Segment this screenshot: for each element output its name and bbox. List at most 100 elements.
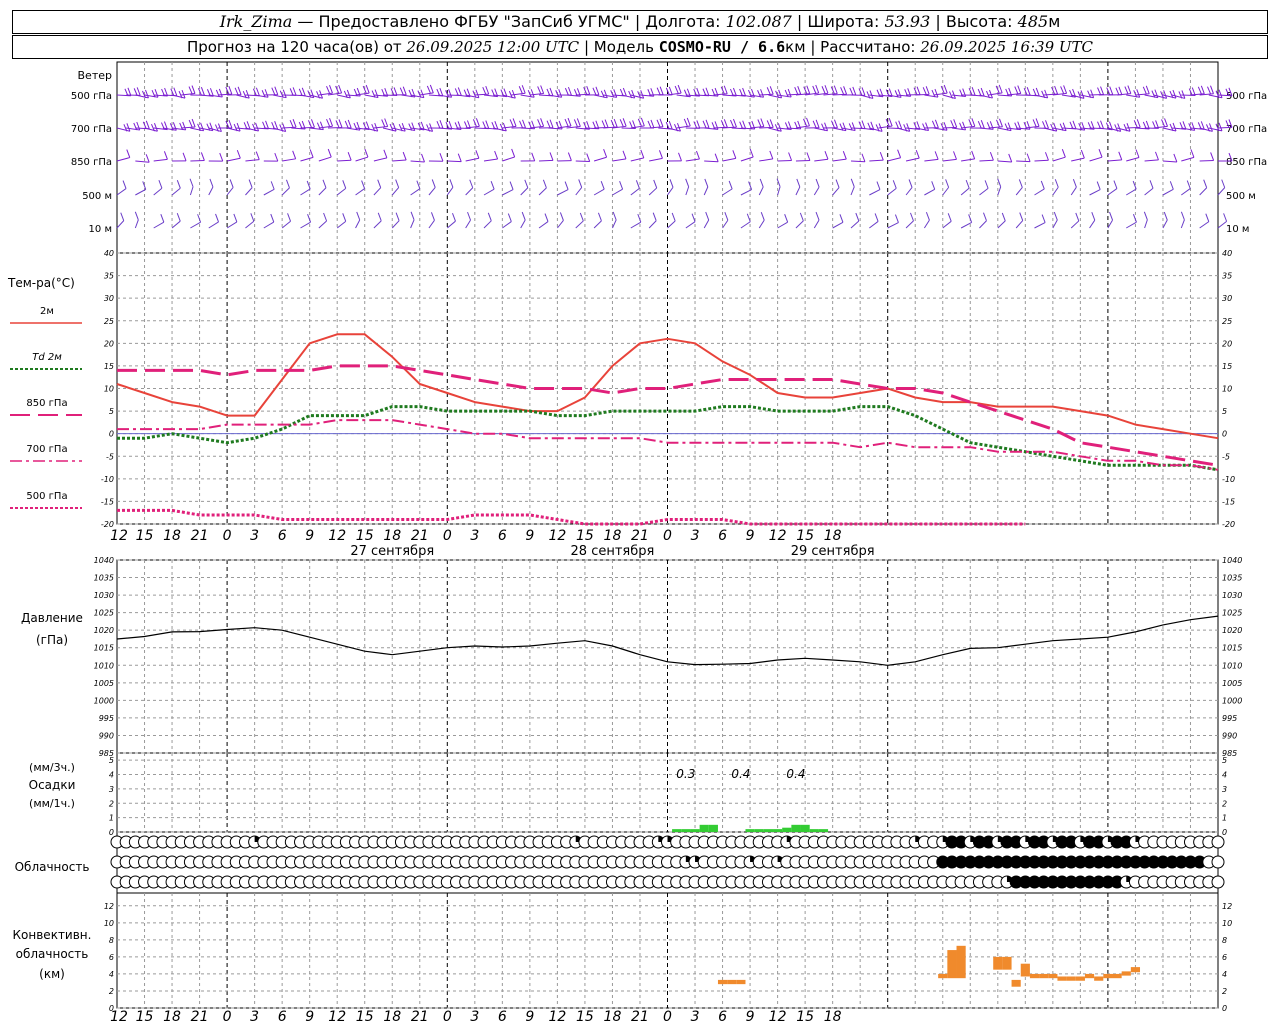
wind-barb-feather (485, 85, 490, 95)
wind-barb-feather (766, 87, 771, 95)
wind-barb-staff (502, 221, 512, 229)
legend-label: 500 гПа (26, 491, 67, 502)
wind-barb-feather (250, 213, 255, 222)
wind-barb-staff (832, 221, 844, 229)
wind-barb-staff (1089, 189, 1101, 196)
wind-barb-feather (393, 87, 398, 96)
wind-barb-staff (1153, 125, 1168, 129)
wind-barb-feather (685, 178, 690, 187)
pressure-ytick-right: 1020 (1222, 626, 1242, 635)
wind-barb-feather (487, 212, 492, 222)
wind-barb-staff (905, 187, 913, 196)
wind-barb-feather (983, 212, 987, 221)
precip-bar (681, 829, 691, 832)
wind-barb-staff (392, 159, 407, 162)
wind-barb-feather (1054, 179, 1059, 188)
wind-barb-feather (1062, 122, 1067, 131)
wind-barb-staff (667, 220, 676, 229)
bottom-hour-tick-label: 15 (576, 1009, 594, 1024)
wind-barb-feather (876, 181, 881, 190)
wind-barb-feather (209, 178, 214, 188)
wind-barb-feather (640, 90, 645, 99)
wind-barb-feather (323, 212, 328, 222)
wind-barb-feather (439, 119, 444, 129)
wind-barb-staff (630, 157, 644, 162)
wind-barb-staff (557, 189, 569, 196)
wind-barb-feather (248, 179, 253, 188)
wind-barb-feather (980, 87, 985, 97)
wind-barb-staff (813, 219, 820, 229)
wind-barb-feather (502, 122, 507, 132)
wind-barb-feather (962, 121, 967, 131)
wind-barb-feather (760, 211, 765, 221)
wind-barb-feather (1053, 211, 1058, 221)
wind-barb-staff (703, 186, 709, 196)
wind-barb-staff (915, 93, 930, 96)
wind-barb-feather (1072, 179, 1077, 188)
wind-barb-feather (429, 123, 434, 132)
wind-barb-feather (327, 148, 332, 158)
wind-barb-feather (558, 89, 563, 98)
wind-barb-feather (1035, 87, 1040, 97)
wind-barb-feather (953, 151, 957, 160)
wind-barb-feather (861, 87, 866, 96)
temp-ytick-left: -10 (101, 475, 114, 484)
wind-barb-feather (1045, 120, 1049, 129)
wind-barb-staff (1052, 156, 1066, 162)
bottom-hour-tick-label: 21 (631, 1009, 649, 1024)
wind-barb-feather (1142, 86, 1147, 94)
pressure-ytick-left: 1035 (94, 574, 114, 583)
wind-barb-feather (908, 179, 913, 188)
conv-ytick-left: 12 (104, 902, 114, 911)
wind-barb-staff (795, 220, 804, 229)
wind-barb-feather (1135, 149, 1140, 158)
wind-barb-staff (1015, 187, 1023, 196)
pressure-ytick-left: 1040 (94, 556, 114, 565)
wind-barb-feather (757, 119, 762, 127)
wind-barb-feather (172, 122, 177, 131)
wind-barb-staff (226, 157, 241, 162)
wind-barb-staff (832, 158, 847, 162)
wind-level-label-right: 500 м (1226, 191, 1256, 202)
wind-barb-feather (233, 213, 238, 223)
wind-barb-staff (410, 219, 415, 229)
wind-barb-feather (200, 122, 205, 131)
wind-barb-feather (134, 211, 139, 220)
wind-barb-staff (722, 219, 729, 229)
wind-barb-feather (1113, 180, 1118, 189)
wind-barb-staff (245, 220, 255, 229)
wind-barb-staff (171, 220, 181, 229)
wind-barb-staff (1126, 157, 1140, 162)
wind-barb-feather (831, 120, 835, 128)
wind-barb-feather (347, 152, 352, 161)
wind-barb-feather (977, 120, 982, 129)
wind-barb-feather (439, 87, 444, 97)
wind-barb-staff (630, 187, 640, 196)
wind-barb-feather (467, 211, 471, 221)
wind-barb-feather (219, 152, 224, 162)
wind-barb-staff (446, 220, 456, 229)
temp-hour-tick-label: 15 (356, 528, 374, 544)
conv-ytick-left: 2 (109, 987, 114, 996)
wind-barb-feather (1126, 123, 1131, 132)
wind-barb-feather (1081, 121, 1086, 131)
wind-barb-feather (1164, 118, 1168, 127)
wind-barb-feather (1080, 149, 1085, 159)
temp-ytick-left: 30 (104, 294, 114, 303)
bottom-hour-tick-label: 21 (411, 1009, 429, 1024)
precip-ytick-right: 5 (1222, 756, 1227, 765)
date-label: 27 сентября (350, 544, 434, 559)
wind-barb-staff (483, 220, 492, 229)
wind-barb-feather (289, 88, 294, 96)
temp-ytick-left: -15 (101, 497, 114, 506)
wind-barb-feather (1035, 118, 1040, 127)
wind-barb-feather (769, 150, 774, 160)
wind-barb-staff (181, 126, 196, 129)
wind-barb-feather (934, 151, 939, 160)
wind-barb-feather (234, 87, 239, 96)
wind-barb-feather (769, 86, 774, 95)
wind-barb-feather (567, 152, 572, 161)
wind-barb-feather (953, 119, 958, 128)
wind-barb-staff (171, 187, 181, 196)
wind-barb-feather (723, 119, 728, 128)
